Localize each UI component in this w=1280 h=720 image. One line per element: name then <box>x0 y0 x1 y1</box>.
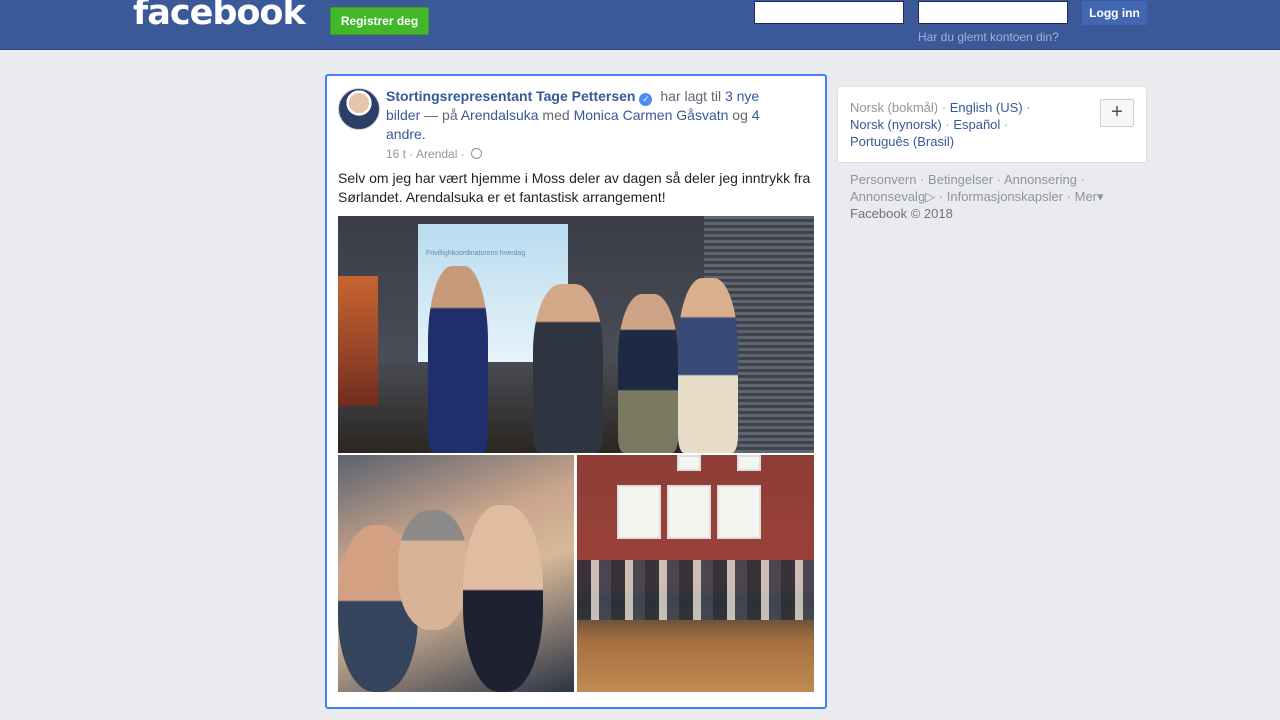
chevron-down-icon: ▾ <box>1097 189 1104 204</box>
person-shape <box>533 284 603 453</box>
separator: · <box>1022 100 1031 115</box>
location-link[interactable]: Arendal <box>416 147 457 161</box>
login-button[interactable]: Logg inn <box>1082 1 1147 25</box>
separator: · <box>1000 117 1009 132</box>
register-button[interactable]: Registrer deg <box>330 7 429 35</box>
person-shape <box>398 510 468 630</box>
at-text: — på <box>420 107 461 123</box>
separator: · <box>993 172 1004 187</box>
post-body: Selv om jeg har vært hjemme i Moss deler… <box>338 170 811 205</box>
facebook-logo[interactable]: facebook <box>133 0 306 33</box>
window-shape <box>617 485 661 539</box>
language-box: Norsk (bokmål) · English (US) · Norsk (n… <box>837 86 1147 163</box>
verified-badge-icon: ✓ <box>639 93 653 106</box>
post-photo-1[interactable]: Frivillighkoordinatorens hverdag <box>338 216 814 453</box>
footer-link-privacy[interactable]: Personvern <box>850 172 916 187</box>
plus-icon: + <box>1111 101 1123 123</box>
person-shape <box>618 294 678 453</box>
timestamp-link[interactable]: 16 t <box>386 147 406 161</box>
person-shape <box>463 505 543 692</box>
screen-text: Frivillighkoordinatorens hverdag <box>426 250 526 257</box>
window-shape <box>677 455 701 471</box>
separator: · <box>935 189 947 204</box>
footer-link-advertising[interactable]: Annonsering <box>1004 172 1077 187</box>
current-language: Norsk (bokmål) <box>850 100 939 115</box>
meta-separator: · <box>457 147 469 161</box>
person-shape <box>428 266 488 453</box>
event-link[interactable]: Arendalsuka <box>461 107 539 123</box>
action-text: har lagt til <box>656 88 725 104</box>
person-shape <box>678 278 738 453</box>
adchoices-icon: ▷ <box>925 189 936 204</box>
language-link[interactable]: Português (Brasil) <box>850 134 954 149</box>
separator: · <box>1076 172 1085 187</box>
top-bar: facebook Registrer deg Logg inn Har du g… <box>0 0 1280 50</box>
footer-link-more[interactable]: Mer <box>1075 189 1097 204</box>
window-shape <box>737 455 761 471</box>
language-link[interactable]: Norsk (nynorsk) <box>850 117 942 132</box>
with-text: med <box>538 107 574 123</box>
author-avatar[interactable] <box>338 88 380 130</box>
separator: · <box>1063 189 1075 204</box>
globe-icon <box>471 148 483 159</box>
tagged-person-link[interactable]: Monica Carmen Gåsvatn <box>574 107 729 123</box>
meta-separator: · <box>406 147 417 161</box>
footer-link-terms[interactable]: Betingelser <box>928 172 993 187</box>
post-header: Stortingsrepresentant Tage Pettersen ✓ ha… <box>386 87 771 144</box>
window-shape <box>667 485 711 539</box>
post-card: Stortingsrepresentant Tage Pettersen ✓ ha… <box>325 74 827 709</box>
copyright: Facebook © 2018 <box>850 206 953 221</box>
password-input[interactable] <box>918 1 1068 24</box>
separator: · <box>938 100 950 115</box>
footer-link-adchoices[interactable]: Annonsevalg <box>850 189 925 204</box>
separator: · <box>916 172 929 187</box>
language-link[interactable]: English (US) <box>950 100 1023 115</box>
post-meta: 16 t · Arendal · <box>386 147 483 161</box>
language-list: Norsk (bokmål) · English (US) · Norsk (n… <box>850 99 1050 150</box>
lamp-shape <box>338 276 378 406</box>
window-shape <box>717 485 761 539</box>
forgot-account-link[interactable]: Har du glemt kontoen din? <box>918 30 1059 44</box>
separator: · <box>941 117 954 132</box>
post-photo-3[interactable] <box>577 455 814 692</box>
language-link[interactable]: Español <box>953 117 1000 132</box>
audience-row <box>577 560 814 620</box>
footer: Personvern · Betingelser · Annonsering ·… <box>850 171 1140 222</box>
email-input[interactable] <box>754 1 904 24</box>
more-languages-button[interactable]: + <box>1100 99 1134 127</box>
author-link[interactable]: Stortingsrepresentant Tage Pettersen <box>386 88 635 104</box>
post-photo-2[interactable] <box>338 455 574 692</box>
and-text: og <box>728 107 752 123</box>
footer-link-cookies[interactable]: Informasjonskapsler <box>947 189 1063 204</box>
